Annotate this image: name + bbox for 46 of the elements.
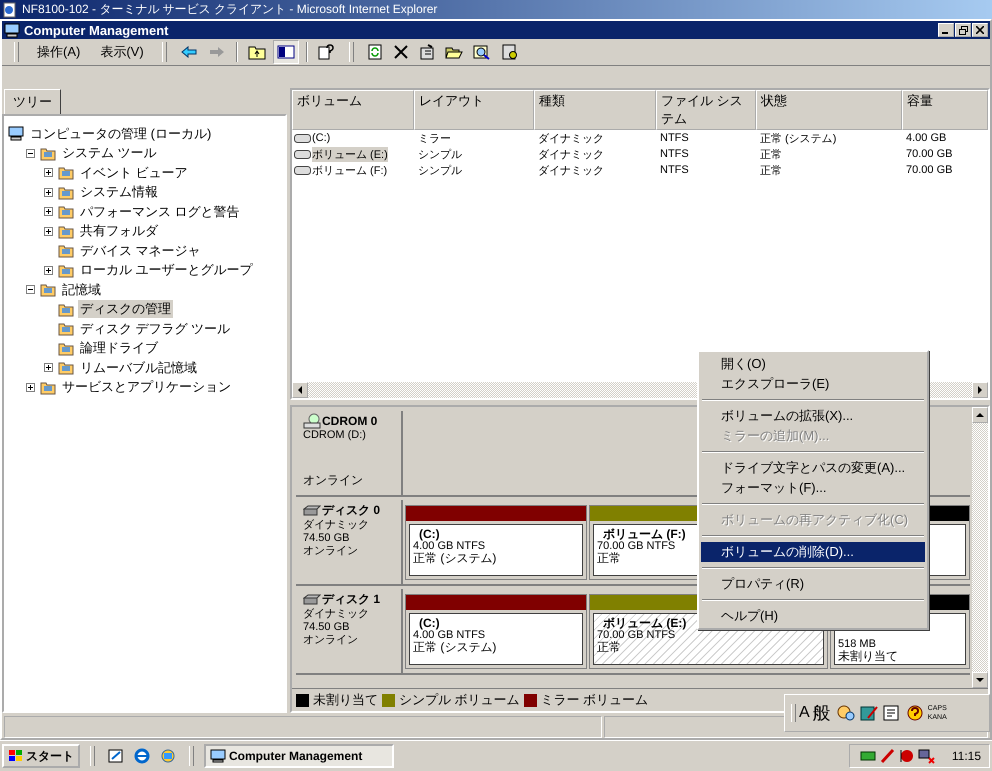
partition-status: 正常 (システム): [413, 641, 496, 653]
table-cell: NTFS: [660, 132, 689, 144]
table-cell-text: シンプル: [418, 148, 462, 162]
window-title: NF8100-102 - ターミナル サービス クライアント - Microsoft Internet Explorer: [22, 1, 438, 18]
table-cell-text: ダイナミック: [538, 164, 604, 178]
partition-size: 70.00 GB NTFS: [597, 629, 676, 641]
disk-type: ダイナミック: [303, 519, 370, 532]
table-cell-text: シンプル: [418, 164, 462, 178]
table-cell: NTFS: [660, 164, 689, 176]
partition-label: ボリューム (E:): [602, 617, 686, 629]
table-cell-text: ミラー: [418, 132, 451, 146]
partition-size: 4.00 GB NTFS: [413, 629, 486, 641]
partition-label: ボリューム (F:): [602, 528, 686, 540]
table-cell-text: 正常 (システム): [760, 132, 836, 146]
partition-label: (C:): [418, 617, 440, 629]
table-cell: 4.00 GB: [906, 132, 946, 144]
disk-name: ディスク 1: [322, 591, 380, 608]
partition-status: 未割り当て: [838, 650, 898, 662]
legend-label: 未割り当て: [313, 691, 378, 709]
disk-type: CDROM (D:): [303, 429, 367, 442]
table-cell: NTFS: [660, 148, 689, 160]
disk-size: 74.50 GB: [303, 532, 350, 545]
table-cell-text: 正常: [760, 148, 782, 162]
clock: 11:15: [952, 749, 981, 763]
partition-size: 518 MB: [838, 638, 876, 650]
disk-size: 74.50 GB: [303, 621, 350, 634]
legend-label: シンプル ボリューム: [399, 691, 520, 709]
partition-status: 正常: [597, 552, 621, 564]
disk-name: CDROM 0: [322, 414, 378, 428]
app-title: Computer Management: [24, 22, 170, 38]
disk-status: オンライン: [303, 634, 359, 647]
legend-label: ミラー ボリューム: [540, 691, 648, 709]
partition-size: 70.00 GB NTFS: [597, 540, 676, 552]
partition-size: 4.00 GB NTFS: [413, 540, 486, 552]
table-cell: 70.00 GB: [906, 148, 952, 160]
partition-label: (C:): [418, 528, 440, 540]
partition-status: 正常 (システム): [413, 552, 496, 564]
disk-type: ダイナミック: [303, 608, 370, 621]
partition-status: 正常: [597, 641, 621, 653]
table-cell-text: ダイナミック: [538, 148, 604, 162]
table-cell-text: ダイナミック: [538, 132, 604, 146]
disk-status: オンライン: [303, 545, 359, 558]
disk-name: ディスク 0: [322, 502, 380, 519]
table-cell-text: 正常: [760, 164, 782, 178]
table-cell: 70.00 GB: [906, 164, 952, 176]
disk-status: オンライン: [303, 474, 364, 487]
